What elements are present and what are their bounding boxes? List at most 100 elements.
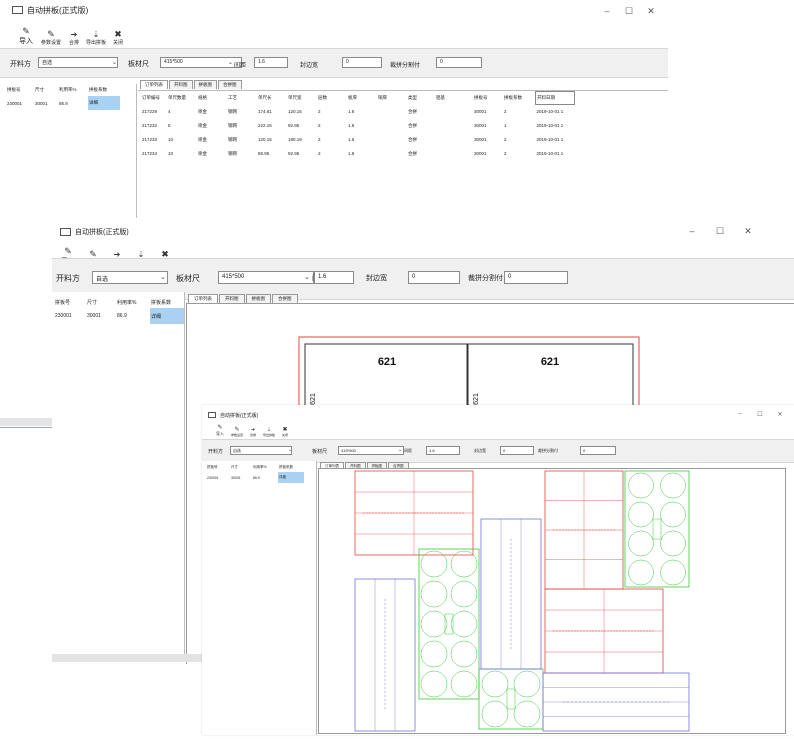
split-input[interactable]: 0 [436, 57, 482, 68]
gap-input[interactable]: 1.6 [426, 446, 460, 455]
tab-order-list[interactable]: 订单列表 [188, 294, 218, 303]
detail-cell[interactable]: 详细 [88, 96, 120, 110]
green-circle [628, 559, 654, 586]
cut-drawing-svg: 621 621 621 621 [298, 336, 640, 414]
toolbar: ✎导入 ✎参数设置 ➔合排 ⇣导出拼板 ✖关闭 [14, 26, 668, 47]
blue-board [480, 518, 542, 670]
close-window-button[interactable]: ✕ [640, 6, 662, 17]
green-circle [660, 501, 686, 528]
tab-panel-drawing[interactable]: 拼板图 [193, 80, 217, 89]
board-label: 板材尺 [312, 449, 328, 455]
chevron-down-icon: ⌄ [304, 274, 310, 281]
board-label: 板材尺 [128, 61, 149, 68]
edge-input[interactable]: 0 [408, 271, 460, 284]
window-title: 自动拼板(正式版) [220, 412, 259, 419]
tab-merge-drawing[interactable]: 合拼图 [272, 294, 298, 303]
table-row[interactable]: 230001 30001 86.9 详细 [206, 472, 304, 483]
green-circle [628, 530, 654, 557]
window-title: 自动拼板(正式版) [75, 229, 129, 236]
merge-drawing-canvas [318, 468, 786, 734]
green-circle [420, 610, 448, 638]
cut-select[interactable]: 自选 [230, 446, 292, 455]
green-circle [450, 580, 478, 608]
table-row[interactable]: 217234 10 喷金 钢网 86.95 92.95 2 1.6 合拼 30001 2 2019-1… [141, 147, 575, 161]
piece-outline [304, 343, 468, 414]
close-window-button[interactable]: ✕ [734, 226, 762, 237]
window-icon [208, 412, 216, 418]
green-circle [660, 530, 686, 557]
close-button[interactable]: ✖关闭 [278, 427, 292, 437]
tab-order-list[interactable]: 订单列表 [140, 80, 168, 89]
table-row[interactable]: 217232 5 喷金 钢网 222.15 92.95 2 1.6 合拼 30001 1 2019-1… [141, 119, 575, 133]
minimize-button[interactable]: – [730, 411, 750, 418]
gap-label: 间距 [404, 448, 412, 453]
detail-cell[interactable]: 详细 [278, 472, 304, 483]
cut-label: 开料方 [56, 274, 80, 283]
board-label: 板材尺 [176, 274, 200, 283]
options-bar: 开料方 自选 ⌄ 板材尺 415*500 ⌄ 间距 1.6 封边宽 0 裁拼分割… [0, 48, 668, 78]
detail-cell[interactable]: 详细 [150, 308, 184, 324]
import-button[interactable]: ✎导入 [212, 425, 228, 437]
merge-icon: ➔ [70, 30, 78, 39]
table-row[interactable]: 230001 30001 86.9 详细 [6, 96, 120, 110]
minimize-button[interactable]: – [678, 226, 706, 237]
window-merge-drawing: 自动拼板(正式版) – ☐ ✕ ✎ 导入 ✎ 参数设置 ➔ 合排 ⇣ 导出拼板 ✖ 关闭 … [202, 405, 794, 735]
green-circle [513, 700, 541, 728]
close-button[interactable]: ✖关闭 [108, 30, 128, 47]
side-label: 621 [473, 393, 480, 405]
table-row[interactable]: 230001 30001 86.9 详细 [54, 308, 184, 324]
chevron-down-icon: ⌄ [288, 447, 293, 453]
left-table-header: 拼板号 尺寸 利用率% 拼板系数 [55, 299, 172, 306]
export-button[interactable]: ⇣导出拼板 [260, 428, 278, 438]
table-row[interactable]: 217229 4 喷金 钢网 174.61 120.15 2 1.6 合拼 30001 2 2019-… [141, 105, 575, 119]
tab-merge-drawing[interactable]: 合拼图 [218, 80, 242, 89]
board-select[interactable]: 415*500 [338, 446, 404, 455]
toolbar: ✎导入 ✎参数设置 ➔合排 ⇣导出拼板 ✖关闭 [212, 419, 794, 437]
window-icon [12, 6, 23, 14]
split-input[interactable]: 0 [580, 446, 616, 455]
maximize-button[interactable]: ☐ [750, 411, 770, 418]
minimize-button[interactable]: – [596, 6, 618, 17]
gap-input[interactable]: 1.6 [254, 57, 288, 68]
edge-input[interactable]: 0 [500, 446, 534, 455]
import-icon: ✎ [64, 246, 72, 256]
export-button[interactable]: ⇣导出拼板 [84, 31, 108, 47]
green-board [478, 668, 544, 730]
merge-button[interactable]: ➔合排 [246, 428, 260, 438]
gap-input[interactable]: 1.6 [314, 271, 354, 284]
tab-cut-drawing[interactable]: 开料图 [169, 80, 193, 89]
settings-button[interactable]: ✎参数设置 [38, 30, 64, 47]
tab-panel-drawing[interactable]: 拼板图 [245, 294, 271, 303]
close-window-button[interactable]: ✕ [770, 411, 790, 418]
cut-select[interactable]: 自选 [92, 271, 168, 284]
horizontal-scrollbar[interactable] [52, 654, 202, 662]
chevron-down-icon: ⌄ [228, 60, 234, 66]
edge-label: 封边宽 [474, 448, 486, 453]
maximize-button[interactable]: ☐ [618, 6, 640, 17]
gray-strip [0, 418, 52, 426]
green-circle [628, 501, 654, 528]
cut-select[interactable]: 自选 [38, 57, 118, 68]
edge-label: 封边宽 [300, 63, 319, 69]
edge-input[interactable]: 0 [342, 57, 382, 68]
green-circle [420, 580, 448, 608]
table-row[interactable]: 217233 10 喷金 钢网 120.15 180.19 2 1.6 合拼 30001 2 2019… [141, 133, 575, 147]
chevron-down-icon: ⌄ [398, 447, 403, 453]
board-select[interactable]: 415*500 [218, 271, 314, 284]
import-button[interactable]: ✎导入 [14, 27, 38, 46]
cut-label: 开料方 [208, 449, 224, 455]
green-circle [660, 559, 686, 586]
green-circle [481, 700, 509, 728]
green-label-box [506, 688, 516, 710]
split-input[interactable]: 0 [504, 271, 568, 284]
import-icon: ✎ [22, 26, 30, 36]
divider-line [0, 427, 52, 428]
green-circle [420, 640, 448, 668]
tab-cut-drawing[interactable]: 开料图 [219, 294, 245, 303]
settings-button[interactable]: ✎参数设置 [228, 427, 246, 437]
green-board [624, 470, 690, 588]
merge-button[interactable]: ➔合排 [64, 30, 84, 47]
split-label: 裁拼分割付 [538, 448, 558, 453]
left-pane: 拼板号 尺寸 利用率% 拼板系数 230001 30001 86.9 详细 [202, 461, 317, 735]
maximize-button[interactable]: ☐ [706, 226, 734, 237]
